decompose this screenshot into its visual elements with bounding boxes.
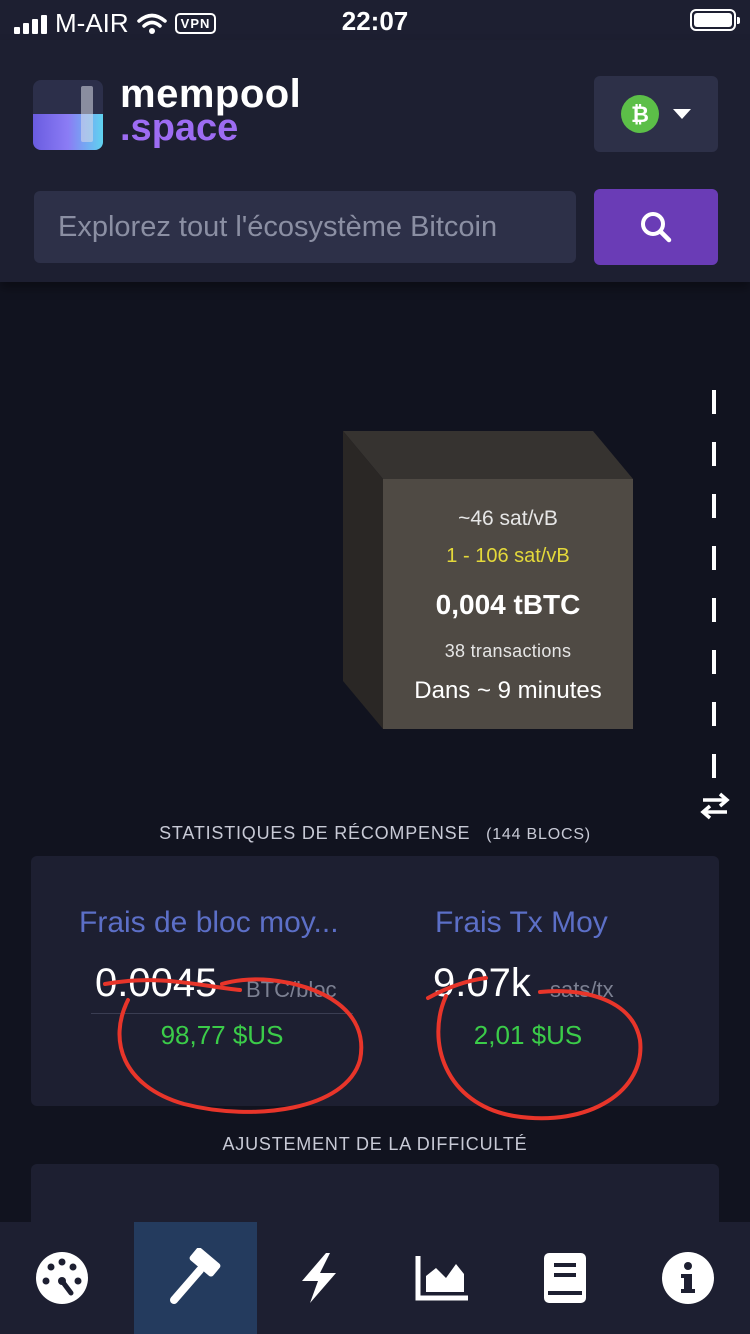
block-front-face: ~46 sat/vB 1 - 106 sat/vB 0,004 tBTC 38 … bbox=[383, 479, 633, 729]
reward-stats-subtitle: (144 BLOCS) bbox=[486, 826, 591, 843]
avg-block-fees-value: 0.0045 bbox=[95, 961, 218, 1005]
chart-icon bbox=[415, 1256, 469, 1301]
nav-mining[interactable] bbox=[134, 1222, 258, 1334]
mempool-divider bbox=[712, 390, 716, 780]
bitcoin-icon: ₿ bbox=[621, 95, 659, 133]
avg-tx-fees-label: Frais Tx Moy bbox=[435, 906, 608, 939]
header: mempool .space ₿ bbox=[0, 40, 750, 282]
nav-about[interactable] bbox=[627, 1222, 750, 1334]
network-selector-button[interactable]: ₿ bbox=[594, 76, 718, 152]
avg-tx-fees-unit: sats/tx bbox=[550, 977, 614, 1002]
battery-icon bbox=[690, 9, 740, 31]
search-icon bbox=[641, 212, 672, 243]
nav-docs[interactable] bbox=[504, 1222, 627, 1334]
avg-tx-fees-value: 9.07k bbox=[433, 961, 531, 1005]
swap-arrows-icon[interactable] bbox=[700, 792, 730, 820]
block-transaction-count: 38 transactions bbox=[444, 641, 572, 661]
block-side-face bbox=[343, 431, 383, 729]
nav-lightning[interactable] bbox=[257, 1222, 380, 1334]
nav-graphs[interactable] bbox=[381, 1222, 504, 1334]
logo-text[interactable]: mempool .space bbox=[120, 72, 302, 149]
mempool-logo-icon[interactable] bbox=[33, 80, 103, 150]
avg-block-fees-divider bbox=[91, 1013, 353, 1014]
block-eta: Dans ~ 9 minutes bbox=[414, 677, 602, 704]
status-bar: M-AIR VPN 22:07 bbox=[0, 0, 750, 40]
hammer-icon bbox=[169, 1248, 221, 1304]
status-time: 22:07 bbox=[341, 6, 409, 36]
lightning-icon bbox=[301, 1253, 336, 1303]
book-icon bbox=[544, 1253, 587, 1303]
info-icon bbox=[662, 1252, 715, 1304]
svg-text:₿: ₿ bbox=[631, 102, 649, 127]
avg-block-fees-fiat: 98,77 $US bbox=[160, 1020, 284, 1050]
difficulty-title: AJUSTEMENT DE LA DIFFICULTÉ bbox=[0, 1134, 750, 1155]
reward-stats-title: STATISTIQUES DE RÉCOMPENSE (144 BLOCS) bbox=[0, 823, 750, 844]
search-input[interactable] bbox=[34, 191, 576, 263]
avg-tx-fees-fiat: 2,01 $US bbox=[473, 1020, 583, 1050]
reward-stats-heading: STATISTIQUES DE RÉCOMPENSE bbox=[159, 823, 471, 843]
reward-stats-card: Frais de bloc moy... 0.0045 BTC/bloc 98,… bbox=[31, 856, 719, 1106]
avg-block-fees-unit: BTC/bloc bbox=[246, 977, 337, 1002]
logo-line2: .space bbox=[120, 107, 239, 149]
chevron-down-icon bbox=[673, 109, 691, 119]
nav-dashboard[interactable] bbox=[0, 1222, 123, 1334]
block-fee-range: 1 - 106 sat/vB bbox=[446, 545, 570, 567]
logo-line1: mempool bbox=[120, 72, 302, 116]
page: M-AIR VPN 22:07 mempool .space ₿ Explore… bbox=[0, 0, 750, 1334]
dashboard-icon bbox=[35, 1252, 88, 1304]
block-median-fee: ~46 sat/vB bbox=[458, 507, 558, 530]
mempool-block[interactable]: ~46 sat/vB 1 - 106 sat/vB 0,004 tBTC 38 … bbox=[343, 431, 633, 729]
bottom-nav bbox=[0, 1222, 750, 1334]
block-top-face bbox=[343, 431, 633, 479]
avg-block-fees-label: Frais de bloc moy... bbox=[79, 906, 339, 939]
search-button[interactable] bbox=[594, 189, 718, 265]
difficulty-heading: AJUSTEMENT DE LA DIFFICULTÉ bbox=[222, 1134, 528, 1154]
block-total-amount: 0,004 tBTC bbox=[435, 589, 581, 620]
